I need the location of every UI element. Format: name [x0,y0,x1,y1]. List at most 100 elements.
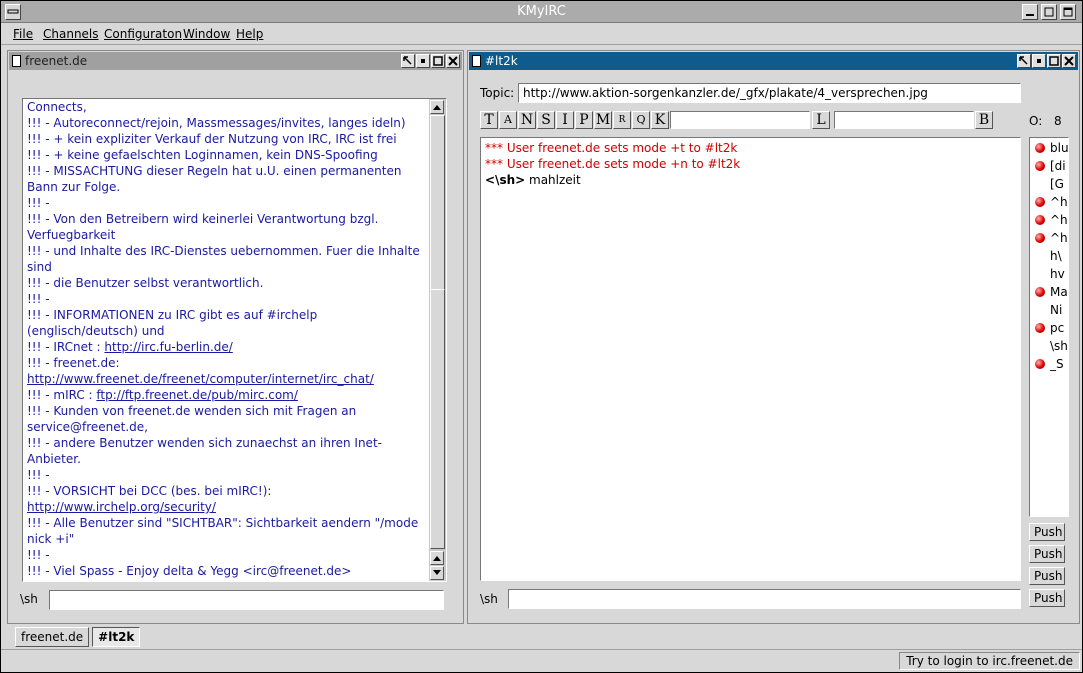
user-nick: h\ [1050,249,1062,263]
topic-field[interactable]: http://www.aktion-sorgenkanzler.de/_gfx/… [518,83,1021,103]
user-nick: [di [1050,159,1066,173]
menu-file[interactable]: File [13,27,33,41]
menubar: File Channels Configuraton Window Help [1,24,1082,45]
window-titlebar[interactable]: KMyIRC [1,1,1082,23]
sub-close-button[interactable] [1062,54,1076,68]
server-window-titlebar[interactable]: freenet.de [9,52,462,70]
tab-freenet[interactable]: freenet.de [15,627,90,647]
mode-m-button[interactable]: M [594,111,612,129]
user-nick: hv [1050,267,1065,281]
message-link[interactable]: http://www.irchelp.org/security/ [27,500,216,514]
tab-lt2k[interactable]: #lt2k [92,627,141,647]
arrow-up-icon [433,556,441,561]
scroll-thumb[interactable] [430,289,445,549]
server-message-list: Connects, !!! - Autoreconnect/rejoin, Mas… [27,99,430,581]
server-window-title: freenet.de [25,54,88,68]
document-icon [12,55,21,67]
message-text: mahlzeit [525,173,581,187]
channel-window-titlebar[interactable]: #lt2k [469,52,1078,70]
mode-n-button[interactable]: N [518,111,536,129]
push-button-4[interactable]: Push [1029,589,1065,607]
minimize-icon [1026,14,1034,16]
message-link[interactable]: http://irc.fu-berlin.de/ [104,340,232,354]
user-nick: _S [1050,357,1064,371]
mode-p-button[interactable]: P [575,111,593,129]
message-line: *** User freenet.de sets mode +t to #lt2… [485,141,738,155]
user-list-item[interactable]: \sh [1030,337,1068,355]
close-icon [448,56,458,66]
user-list-item[interactable]: hv [1030,265,1068,283]
message-line: !!! End of MOTD command. [27,579,430,581]
close-button[interactable] [1060,4,1076,20]
close-icon [1064,56,1074,66]
message-line: <\sh> mahlzeit [485,172,1015,188]
server-window: freenet.de Connects, !!! - Autoreconnect/… [7,50,464,624]
message-line: !!! - Von den Betreibern wird keinerlei … [27,212,379,242]
user-list-item[interactable]: [G [1030,175,1068,193]
user-list-item[interactable]: Ma [1030,283,1068,301]
push-button-1[interactable]: Push [1029,523,1065,541]
op-status-icon [1035,323,1045,333]
user-nick: ^h [1050,195,1068,209]
sub-move-button[interactable] [401,54,415,68]
message-link[interactable]: ftp://ftp.freenet.de/pub/mirc.com/ [96,388,298,402]
user-list-item[interactable]: _S [1030,355,1068,373]
sub-close-button[interactable] [446,54,460,68]
user-list-item[interactable]: ^h [1030,229,1068,247]
mode-t-button[interactable]: T [480,111,498,129]
user-nick: ^h [1050,213,1068,227]
minimize-button[interactable] [1022,4,1038,20]
sub-minimize-button[interactable] [1032,54,1046,68]
channel-output: *** User freenet.de sets mode +t to #lt2… [480,137,1021,581]
sub-move-button[interactable] [1017,54,1031,68]
channel-message-input[interactable] [508,589,1021,609]
message-line: !!! - + keine gefaelschten Loginnamen, k… [27,148,378,162]
maximize-icon [1049,56,1059,66]
menu-help[interactable]: Help [236,27,263,41]
mode-k-button[interactable]: K [651,111,669,129]
key-field[interactable] [670,111,810,129]
user-list-item[interactable]: h\ [1030,247,1068,265]
channel-window-title: #lt2k [485,54,518,68]
menu-window[interactable]: Window [183,27,230,41]
user-list-item[interactable]: [di [1030,157,1068,175]
limit-button[interactable]: L [812,111,830,129]
user-list[interactable]: blu [di [G ^h ^h ^h h\ hv Ma Ni pc \sh _S [1029,137,1069,517]
mode-a-button[interactable]: A [499,111,517,129]
scroll-up-button-2[interactable] [430,551,444,565]
menu-configuration[interactable]: Configuraton [104,27,182,41]
message-line: !!! - die Benutzer selbst verantwortlich… [27,276,264,290]
status-message: Try to login to irc.freenet.de [899,652,1080,670]
topic-label: Topic: [480,86,515,100]
sub-maximize-button[interactable] [1047,54,1061,68]
message-link[interactable]: http://www.freenet.de/freenet/computer/i… [27,372,374,386]
mode-q-button[interactable]: Q [632,111,650,129]
user-list-item[interactable]: blu [1030,139,1068,157]
menu-channels[interactable]: Channels [43,27,99,41]
message-line: !!! - + kein expliziter Verkauf der Nutz… [27,132,397,146]
sub-maximize-button[interactable] [431,54,445,68]
push-button-3[interactable]: Push [1029,567,1065,585]
mode-r-button[interactable]: R [613,111,631,129]
user-list-item[interactable]: ^h [1030,193,1068,211]
scroll-up-button[interactable] [430,100,444,114]
message-line: !!! - VORSICHT bei DCC (bes. bei mIRC!):… [27,484,272,514]
user-list-item[interactable]: Ni [1030,301,1068,319]
message-line: Connects, [27,100,87,114]
message-line: !!! - Kunden von freenet.de wenden sich … [27,404,357,434]
user-list-item[interactable]: ^h [1030,211,1068,229]
limit-field[interactable] [834,111,974,129]
ban-button[interactable]: B [975,111,993,129]
push-button-2[interactable]: Push [1029,545,1065,563]
user-list-item[interactable]: pc [1030,319,1068,337]
message-nick: <\sh> [485,173,526,187]
server-message-input[interactable] [49,590,444,610]
mode-i-button[interactable]: I [556,111,574,129]
server-scrollbar[interactable] [429,99,446,581]
maximize-button[interactable] [1041,4,1057,20]
message-line: !!! - [27,468,50,482]
scroll-down-button[interactable] [430,566,444,580]
mode-s-button[interactable]: S [537,111,555,129]
sub-minimize-button[interactable] [416,54,430,68]
message-line: !!! - INFORMATIONEN zu IRC gibt es auf #… [27,308,318,338]
